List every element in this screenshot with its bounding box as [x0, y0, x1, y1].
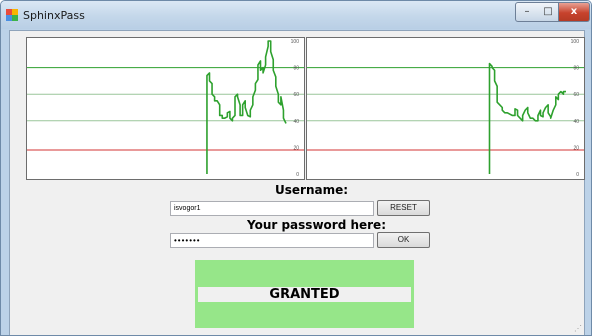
app-window: SphinxPass – □ x 100 80 60 40 20 0 100 80 60 40 2…	[0, 0, 592, 336]
username-label: Username:	[275, 183, 349, 197]
username-typing-chart: 100 80 60 40 20 0	[26, 37, 305, 180]
series-line-0	[488, 62, 566, 174]
y-tick-label: 60	[573, 92, 579, 98]
y-tick-label: 20	[573, 145, 579, 151]
y-tick-label: 20	[293, 145, 299, 151]
app-icon	[6, 9, 18, 21]
minimize-button[interactable]: –	[515, 2, 539, 22]
username-input[interactable]: isvogor1	[170, 201, 374, 216]
y-tick-label: 0	[576, 172, 579, 178]
password-input[interactable]: •••••••	[170, 233, 374, 248]
title-bar[interactable]: SphinxPass – □ x	[1, 1, 591, 29]
y-tick-label: 80	[293, 66, 299, 72]
window-title: SphinxPass	[23, 9, 85, 22]
chart-svg: 100 80 60 40 20 0	[27, 39, 304, 178]
y-tick-label: 100	[571, 39, 580, 45]
chart-svg: 100 80 60 40 20 0	[307, 39, 584, 178]
password-label: Your password here:	[247, 218, 386, 232]
client-area: 100 80 60 40 20 0 100 80 60 40 20 0 Username: isvo…	[9, 30, 585, 335]
password-typing-chart: 100 80 60 40 20 0	[306, 37, 585, 180]
result-band: GRANTED	[198, 287, 411, 302]
y-tick-label: 80	[573, 66, 579, 72]
resize-grip-icon[interactable]: ⋰	[574, 324, 582, 333]
close-button[interactable]: x	[559, 2, 590, 22]
y-tick-label: 100	[291, 39, 300, 45]
reset-button[interactable]: RESET	[377, 200, 430, 216]
ok-button[interactable]: OK	[377, 232, 430, 248]
y-tick-label: 40	[293, 119, 299, 125]
maximize-button[interactable]: □	[538, 2, 559, 22]
series-line-0	[206, 40, 287, 174]
result-panel: GRANTED	[195, 260, 414, 328]
y-tick-label: 0	[296, 172, 299, 178]
y-tick-label: 60	[293, 92, 299, 98]
result-text: GRANTED	[269, 287, 340, 302]
y-tick-label: 40	[573, 119, 579, 125]
